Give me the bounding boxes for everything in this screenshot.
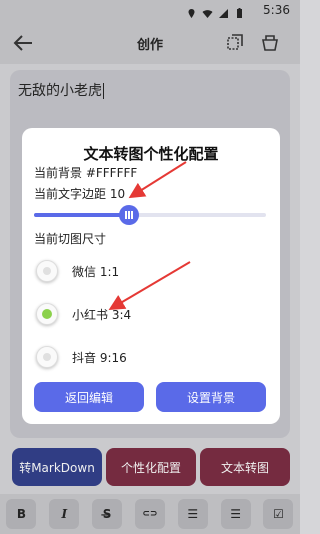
margin-slider[interactable] xyxy=(34,205,266,225)
size-option-xiaohongshu[interactable]: 小红书 3:4 xyxy=(36,303,131,325)
slider-fill xyxy=(34,213,130,217)
margin-line: 当前文字边距 10 xyxy=(34,187,126,201)
set-background-button[interactable]: 设置背景 xyxy=(156,382,266,412)
radio-button-selected[interactable] xyxy=(36,303,58,325)
size-option-label: 小红书 3:4 xyxy=(72,307,132,322)
radio-button[interactable] xyxy=(36,260,58,282)
size-option-douyin[interactable]: 抖音 9:16 xyxy=(36,346,127,368)
size-label: 当前切图尺寸 xyxy=(34,232,107,246)
size-option-label: 抖音 9:16 xyxy=(72,350,127,365)
config-dialog: 文本转图个性化配置 当前背景 #FFFFFF 当前文字边距 10 当前切图尺寸 … xyxy=(22,128,280,424)
radio-button[interactable] xyxy=(36,346,58,368)
size-option-wechat[interactable]: 微信 1:1 xyxy=(36,260,119,282)
dialog-title: 文本转图个性化配置 xyxy=(83,145,219,163)
background-line: 当前背景 #FFFFFF xyxy=(34,166,138,180)
size-option-label: 微信 1:1 xyxy=(72,264,120,279)
back-to-edit-button[interactable]: 返回编辑 xyxy=(34,382,144,412)
slider-thumb[interactable] xyxy=(119,205,140,225)
